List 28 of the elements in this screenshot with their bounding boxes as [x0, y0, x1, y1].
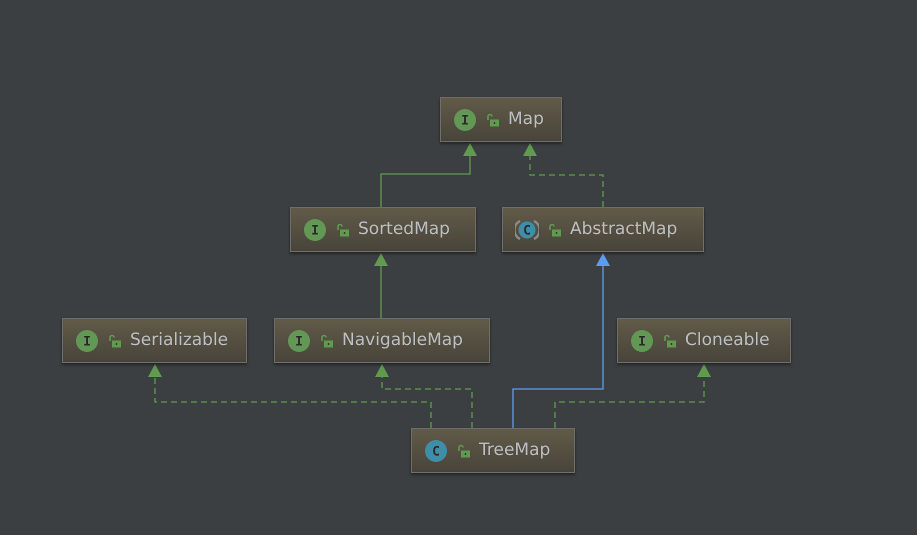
- class-node[interactable]: I NavigableMap: [274, 318, 490, 363]
- interface-icon: I: [287, 328, 311, 352]
- unlocked-padlock-icon: [457, 444, 470, 458]
- class-name: NavigableMap: [342, 328, 463, 352]
- unlocked-padlock-icon: [336, 222, 349, 236]
- class-node[interactable]: C TreeMap: [411, 428, 575, 473]
- interface-icon: I: [75, 328, 99, 352]
- class-node[interactable]: I Cloneable: [617, 318, 791, 363]
- class-name: SortedMap: [358, 218, 450, 241]
- class-name: Map: [508, 108, 544, 131]
- class-node[interactable]: I Serializable: [62, 318, 247, 363]
- class-node[interactable]: C AbstractMap: [502, 207, 704, 252]
- unlocked-padlock-icon: [548, 222, 561, 236]
- interface-icon: I: [630, 328, 654, 352]
- unlocked-padlock-icon: [320, 334, 333, 348]
- unlocked-padlock-icon: [486, 112, 499, 126]
- class-node[interactable]: I SortedMap: [290, 207, 476, 252]
- interface-icon: I: [303, 218, 327, 242]
- unlocked-padlock-icon: [108, 334, 121, 348]
- class-name: AbstractMap: [570, 218, 678, 241]
- class-name: Serializable: [130, 328, 228, 352]
- interface-icon: I: [453, 108, 477, 132]
- class-node[interactable]: I Map: [440, 97, 562, 142]
- inheritance-arrow: [374, 253, 388, 318]
- unlocked-padlock-icon: [663, 334, 676, 348]
- class-name: Cloneable: [685, 328, 770, 352]
- class-name: TreeMap: [479, 438, 550, 462]
- class-icon: C: [424, 438, 448, 462]
